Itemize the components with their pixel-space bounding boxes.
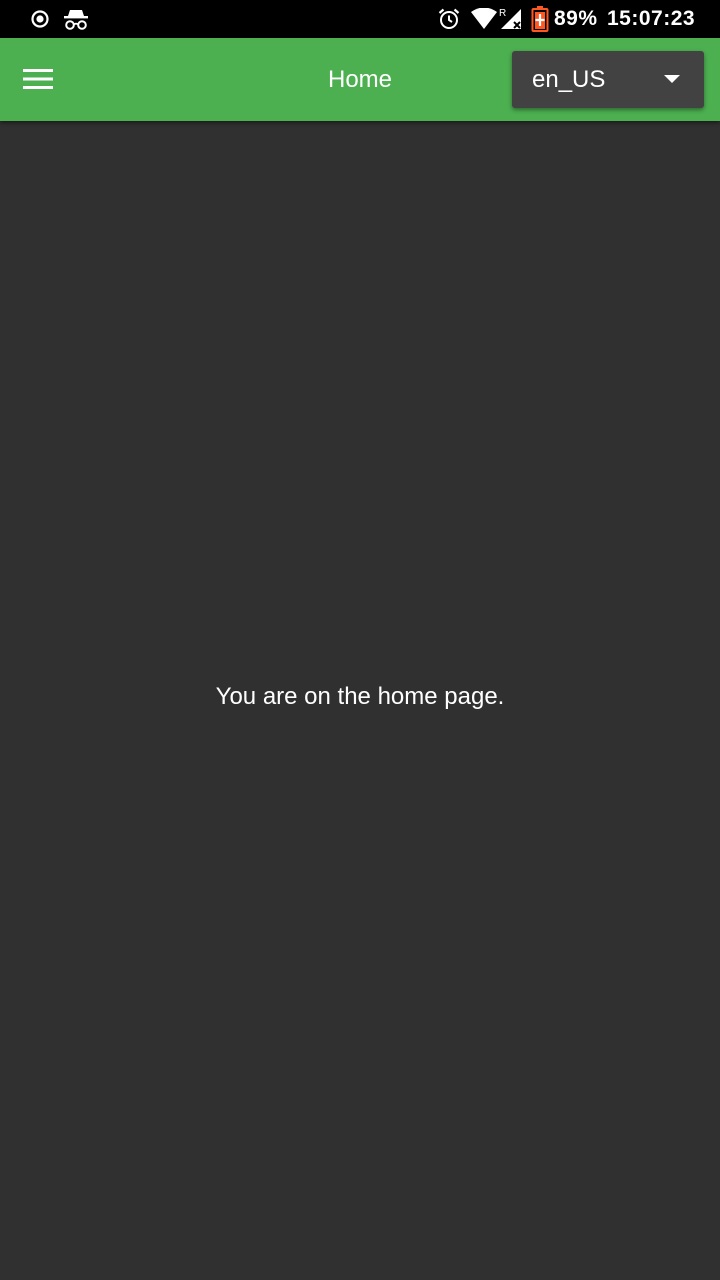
page-title: Home bbox=[327, 66, 393, 93]
signal-roaming-icon: R bbox=[498, 0, 524, 38]
wifi-icon bbox=[470, 0, 498, 38]
hamburger-menu-icon bbox=[23, 69, 53, 89]
status-time: 15:07:23 bbox=[607, 7, 696, 30]
record-icon bbox=[30, 0, 50, 38]
dropdown-arrow-icon bbox=[664, 75, 680, 83]
alarm-icon bbox=[437, 0, 461, 38]
incognito-icon bbox=[63, 0, 89, 38]
locale-selected-value: en_US bbox=[532, 66, 606, 93]
status-bar: R 89% 15:07:23 bbox=[0, 0, 720, 38]
menu-button[interactable] bbox=[14, 55, 62, 103]
page-body: You are on the home page. bbox=[0, 121, 720, 1280]
locale-dropdown[interactable]: en_US bbox=[512, 51, 704, 108]
home-message: You are on the home page. bbox=[215, 683, 505, 710]
roaming-label: R bbox=[499, 8, 506, 19]
battery-percent: 89% bbox=[554, 7, 598, 30]
app-bar: Home en_US bbox=[0, 38, 720, 121]
battery-charging-icon bbox=[531, 0, 549, 38]
